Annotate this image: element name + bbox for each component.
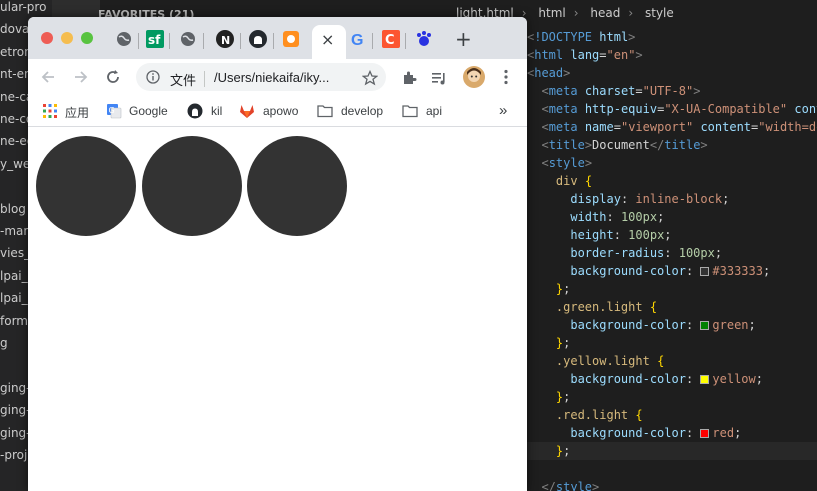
back-icon[interactable]: [40, 69, 56, 85]
extensions-icon[interactable]: [401, 70, 417, 86]
info-icon[interactable]: [146, 70, 160, 84]
file-item[interactable]: ging-: [0, 381, 31, 395]
browser-window: sf N × G C + 文件 /Users/niekaifa/iky... 应…: [28, 17, 527, 491]
google-icon[interactable]: G: [348, 29, 368, 49]
github-icon[interactable]: [187, 103, 203, 119]
svg-text:N: N: [221, 34, 230, 47]
code-line[interactable]: </style>: [527, 478, 817, 491]
code-line[interactable]: <!DOCTYPE html>: [527, 28, 817, 46]
light-circle: [36, 136, 136, 236]
bookmark-apps[interactable]: 应用: [65, 104, 89, 121]
code-line[interactable]: height: 100px;: [527, 226, 817, 244]
address-url[interactable]: /Users/niekaifa/iky...: [214, 70, 329, 85]
code-line[interactable]: <meta name="viewport" content="width=de: [527, 118, 817, 136]
code-line[interactable]: background-color: green;: [527, 316, 817, 334]
svg-text:G: G: [109, 106, 115, 115]
browser-menu-icon[interactable]: [503, 69, 509, 85]
code-line[interactable]: background-color: yellow;: [527, 370, 817, 388]
close-window-button[interactable]: [41, 32, 53, 44]
code-line[interactable]: [527, 460, 817, 478]
bookmark-apowo[interactable]: apowo: [263, 104, 298, 118]
code-line[interactable]: <meta charset="UTF-8">: [527, 82, 817, 100]
code-line[interactable]: width: 100px;: [527, 208, 817, 226]
globe-icon[interactable]: [114, 29, 134, 49]
file-item[interactable]: lpai_: [0, 269, 28, 283]
svg-text:sf: sf: [148, 33, 161, 47]
code-line[interactable]: background-color: red;: [527, 424, 817, 442]
file-item[interactable]: blog: [0, 202, 26, 216]
profile-avatar-icon[interactable]: [463, 66, 485, 88]
browser-toolbar: 文件 /Users/niekaifa/iky...: [28, 59, 527, 95]
code-line[interactable]: };: [527, 388, 817, 406]
close-tab-icon[interactable]: ×: [321, 30, 334, 49]
apps-grid-icon[interactable]: [42, 103, 58, 119]
folder-icon[interactable]: [402, 103, 418, 119]
code-lines[interactable]: <!DOCTYPE html> <html lang="en"> <head> <m…: [527, 28, 817, 491]
svg-text:G: G: [351, 32, 363, 49]
zoom-window-button[interactable]: [81, 32, 93, 44]
file-item[interactable]: g: [0, 336, 8, 350]
bookmark-google[interactable]: Google: [129, 104, 168, 118]
segmentfault-icon[interactable]: sf: [145, 29, 165, 49]
code-line[interactable]: <meta http-equiv="X-UA-Compatible" cont: [527, 100, 817, 118]
file-item[interactable]: ular-pro: [0, 0, 46, 14]
file-item[interactable]: ging-: [0, 426, 31, 440]
light-circle: [141, 136, 242, 236]
github-icon[interactable]: [248, 29, 268, 49]
minimize-window-button[interactable]: [61, 32, 73, 44]
google-translate-icon[interactable]: G: [106, 103, 122, 119]
reload-icon[interactable]: [105, 69, 121, 85]
file-item[interactable]: lpai_: [0, 291, 28, 305]
code-line[interactable]: };: [527, 442, 817, 460]
page-viewport: [28, 127, 527, 491]
code-line[interactable]: border-radius: 100px;: [527, 244, 817, 262]
breadcrumb-head[interactable]: head: [590, 6, 620, 20]
file-item[interactable]: ging-: [0, 403, 31, 417]
svg-text:C: C: [385, 33, 395, 48]
gitlab-icon[interactable]: [239, 103, 255, 119]
baidu-icon[interactable]: [414, 29, 434, 49]
breadcrumb-style[interactable]: style: [645, 6, 674, 20]
code-line[interactable]: .yellow.light {: [527, 352, 817, 370]
code-line[interactable]: };: [527, 280, 817, 298]
address-scheme-label: 文件: [170, 73, 197, 88]
code-line[interactable]: <html lang="en">: [527, 46, 817, 64]
bookmark-develop[interactable]: develop: [341, 104, 383, 118]
media-queue-icon[interactable]: [431, 70, 447, 86]
code-line[interactable]: .red.light {: [527, 406, 817, 424]
light-circle: [247, 136, 347, 236]
more-bookmarks-icon[interactable]: »: [499, 102, 507, 119]
code-line[interactable]: };: [527, 334, 817, 352]
code-line[interactable]: <title>Document</title>: [527, 136, 817, 154]
globe-icon[interactable]: [178, 29, 198, 49]
breadcrumb-html[interactable]: html: [538, 6, 565, 20]
code-line[interactable]: background-color: #333333;: [527, 262, 817, 280]
code-line[interactable]: <style>: [527, 154, 817, 172]
code-line[interactable]: <head>: [527, 64, 817, 82]
nuxt-icon[interactable]: N: [215, 29, 235, 49]
bookmark-kil[interactable]: kil: [211, 104, 222, 118]
bookmarks-bar: 应用 G Google kil apowo develop api »: [28, 95, 527, 127]
code-line[interactable]: display: inline-block;: [527, 190, 817, 208]
forward-icon[interactable]: [73, 69, 89, 85]
extension-tab-icon[interactable]: [281, 29, 301, 49]
new-tab-button[interactable]: +: [455, 27, 472, 51]
bookmark-api[interactable]: api: [426, 104, 442, 118]
code-line[interactable]: div {: [527, 172, 817, 190]
csdn-icon[interactable]: C: [381, 29, 401, 49]
bookmark-star-icon[interactable]: [362, 70, 378, 86]
code-line[interactable]: .green.light {: [527, 298, 817, 316]
folder-icon[interactable]: [317, 103, 333, 119]
file-item[interactable]: -proj: [0, 448, 27, 462]
file-item[interactable]: etron: [0, 45, 32, 59]
tab-strip: sf N × G C +: [28, 17, 527, 59]
file-item[interactable]: form: [0, 314, 28, 328]
